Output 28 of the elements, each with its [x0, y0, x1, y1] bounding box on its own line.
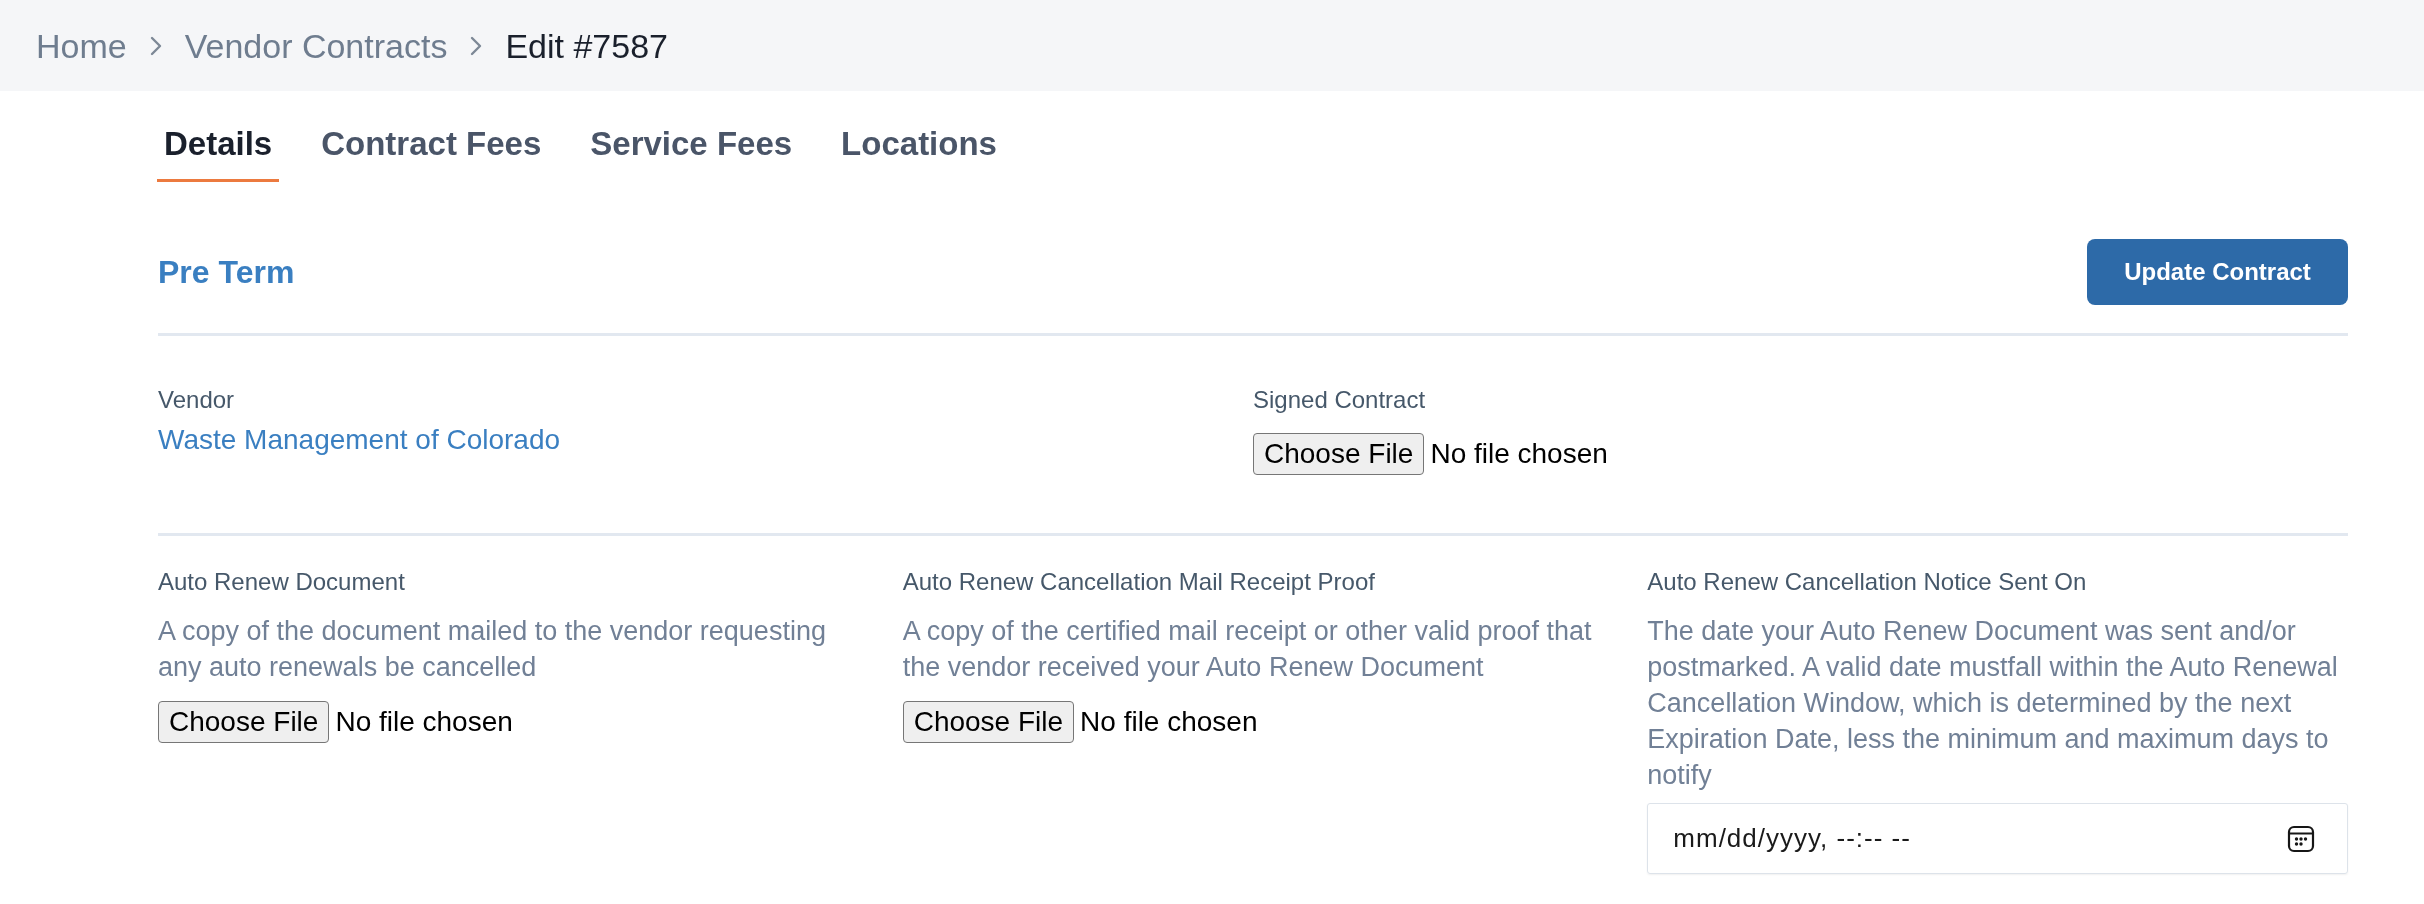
file-status-text: No file chosen [335, 705, 513, 739]
tab[interactable]: Service Fees [583, 91, 800, 182]
field-value-link[interactable]: Waste Management of Colorado [158, 423, 561, 457]
file-status-text: No file chosen [1080, 705, 1258, 739]
choose-file-button[interactable]: Choose File [902, 701, 1075, 743]
chevron-right-icon [469, 34, 484, 57]
calendar-icon [2287, 824, 2315, 853]
tab[interactable]: Locations [834, 91, 1004, 182]
tab[interactable]: Contract Fees [314, 91, 549, 182]
tab[interactable]: Details [157, 91, 280, 182]
breadcrumb-link[interactable]: Home [36, 25, 127, 66]
field-description: The date your Auto Renew Document was sent and/or postmarked. A valid date mustfall within the Auto Renewal Cancellation Window, which is determined by the next Expiration Date, less the minimum and maximum days to notify [1647, 615, 2339, 792]
field-label: Auto Renew Cancellation Notice Sent On [1647, 567, 2087, 597]
field-label: Auto Renew Cancellation Mail Receipt Proof [902, 567, 1375, 597]
field-label: Auto Renew Document [158, 567, 405, 597]
file-status-text: No file chosen [1430, 437, 1608, 471]
choose-file-button[interactable]: Choose File [158, 701, 330, 743]
update-contract-button[interactable]: Update Contract [2087, 239, 2348, 305]
field-label: Signed Contract [1253, 385, 1426, 415]
field-description: A copy of the certified mail receipt or other valid proof that the vendor received your Auto Renew Document [902, 615, 1593, 684]
field-description: A copy of the document mailed to the vendor requesting any auto renewals be cancelled [158, 615, 827, 684]
field-label: Vendor [158, 385, 235, 415]
breadcrumb-current-page: Edit #7587 [505, 25, 668, 66]
section-title: Pre Term [158, 253, 295, 292]
breadcrumb-link[interactable]: Vendor Contracts [184, 25, 448, 66]
chevron-right-icon [148, 34, 163, 57]
date-time-field[interactable]: mm/dd/yyyy, --:-- -- [1647, 803, 2348, 874]
choose-file-button[interactable]: Choose File [1253, 433, 1425, 475]
